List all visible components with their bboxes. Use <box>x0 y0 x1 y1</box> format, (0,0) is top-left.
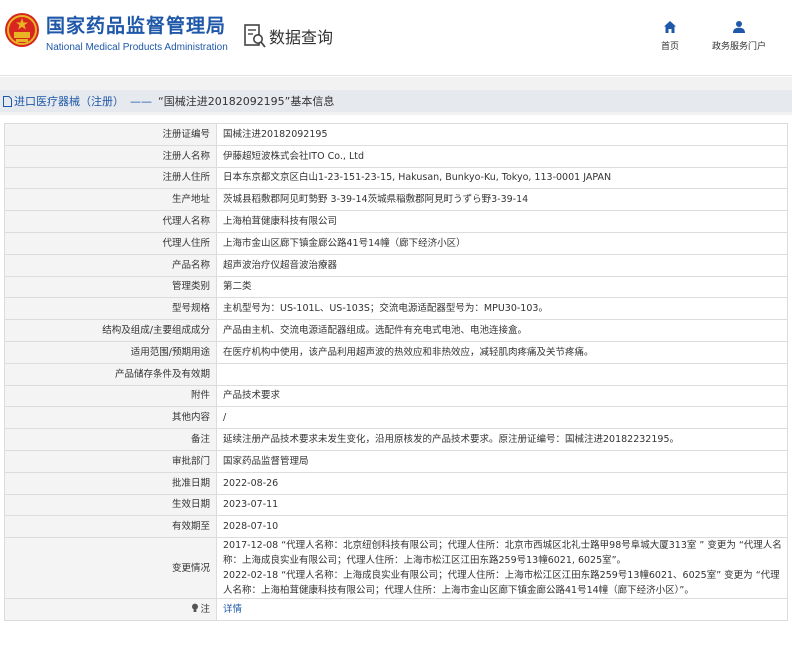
table-row: 代理人住所 上海市金山区廊下镇金廊公路41号14幢（廊下经济小区） <box>4 231 788 255</box>
field-label: 产品名称 <box>4 253 217 277</box>
table-row: 代理人名称 上海柏茸健康科技有限公司 <box>4 210 788 233</box>
field-label: 注册人名称 <box>4 144 217 168</box>
table-row: 其他内容 / <box>4 406 788 430</box>
note-value: 详情 <box>216 598 788 621</box>
field-label: 注册证编号 <box>4 123 217 146</box>
table-row: 备注 延续注册产品技术要求未发生变化，沿用原核发的产品技术要求。原注册证编号：国械… <box>4 428 788 451</box>
note-label: 注 <box>4 598 217 621</box>
table-row: 适用范围/预期用途 在医疗机构中使用，该产品利用超声波的热效应和非热效应，减轻肌肉… <box>4 340 788 364</box>
table-row: 有效期至 2028-07-10 <box>4 515 788 539</box>
field-label: 代理人住所 <box>4 231 217 255</box>
table-row: 注册人住所 日本东京都文京区白山1-23-151-23-15, Hakusan, … <box>4 166 788 190</box>
field-label: 结构及组成/主要组成成分 <box>4 319 217 342</box>
breadcrumb-current: “国械注进20182092195”基本信息 <box>158 95 335 108</box>
field-value <box>216 362 788 386</box>
search-document-icon <box>244 24 266 48</box>
table-row: 管理类别 第二类 <box>4 275 788 299</box>
change-entry: 2022-02-18 “代理人名称：上海成良实业有限公司；代理人住所：上海市松江… <box>223 570 780 597</box>
breadcrumb-separator: —— <box>130 94 152 108</box>
table-row: 注 详情 <box>4 598 788 621</box>
field-label: 生产地址 <box>4 188 217 212</box>
table-row: 型号规格 主机型号为：US-101L、US-103S；交流电源适配器型号为：MPU… <box>4 297 788 321</box>
details-link[interactable]: 详情 <box>223 604 242 615</box>
nav-home[interactable]: 首页 <box>661 20 679 52</box>
field-value: 第二类 <box>216 275 788 299</box>
field-label: 其他内容 <box>4 406 217 430</box>
field-value: 国械注进20182092195 <box>216 123 788 146</box>
change-history: 2017-12-08 “代理人名称：北京纽创科技有限公司；代理人住所：北京市西城… <box>216 537 788 600</box>
detail-table: 注册证编号 国械注进20182092195 注册人名称 伊藤超短波株式会社ITO Co… <box>4 123 788 621</box>
field-label: 注册人住所 <box>4 166 217 190</box>
field-value: 日本东京都文京区白山1-23-151-23-15, Hakusan, Bunky… <box>216 166 788 190</box>
field-value: 主机型号为：US-101L、US-103S；交流电源适配器型号为：MPU30-1… <box>216 297 788 321</box>
note-key: 注 <box>200 604 210 616</box>
field-value: 国家药品监督管理局 <box>216 449 788 473</box>
field-value: 2028-07-10 <box>216 515 788 539</box>
home-icon <box>664 21 676 33</box>
table-row: 产品名称 超声波治疗仪超音波治療器 <box>4 253 788 277</box>
field-value: 伊藤超短波株式会社ITO Co., Ltd <box>216 144 788 168</box>
field-value: / <box>216 406 788 430</box>
table-row: 生效日期 2023-07-11 <box>4 493 788 517</box>
table-row: 结构及组成/主要组成成分 产品由主机、交流电源适配器组成。选配件有充电式电池、电池… <box>4 319 788 342</box>
field-value: 在医疗机构中使用，该产品利用超声波的热效应和非热效应，减轻肌肉疼痛及关节疼痛。 <box>216 340 788 364</box>
table-row: 注册人名称 伊藤超短波株式会社ITO Co., Ltd <box>4 144 788 168</box>
user-icon <box>733 21 745 33</box>
field-label: 管理类别 <box>4 275 217 299</box>
breadcrumb: 进口医疗器械（注册） —— “国械注进20182092195”基本信息 <box>0 90 792 112</box>
table-row: 产品储存条件及有效期 <box>4 362 788 386</box>
bulb-icon <box>192 603 199 613</box>
change-entry: 2017-12-08 “代理人名称：北京纽创科技有限公司；代理人住所：北京市西城… <box>223 540 782 567</box>
field-label: 产品储存条件及有效期 <box>4 362 217 386</box>
table-row: 审批部门 国家药品监督管理局 <box>4 449 788 473</box>
field-value: 上海柏茸健康科技有限公司 <box>216 210 788 233</box>
org-name-cn[interactable]: 国家药品监督管理局 <box>46 11 226 38</box>
field-value: 2022-08-26 <box>216 471 788 495</box>
site-header: 国家药品监督管理局 National Medical Products Admi… <box>0 0 792 76</box>
table-row: 批准日期 2022-08-26 <box>4 471 788 495</box>
field-label: 适用范围/预期用途 <box>4 340 217 364</box>
nav-gov-portal[interactable]: 政务服务门户 <box>712 20 766 52</box>
field-value: 茨城县稻敷郡阿见町勢野 3-39-14茨城県稲敷郡阿見町うずら野3-39-14 <box>216 188 788 212</box>
field-value: 延续注册产品技术要求未发生变化，沿用原核发的产品技术要求。原注册证编号：国械注进… <box>216 428 788 451</box>
nav-gov-label: 政务服务门户 <box>712 42 767 52</box>
field-label: 附件 <box>4 384 217 408</box>
field-value: 上海市金山区廊下镇金廊公路41号14幢（廊下经济小区） <box>216 231 788 255</box>
table-row: 生产地址 茨城县稻敷郡阿见町勢野 3-39-14茨城県稲敷郡阿見町うずら野3-39… <box>4 188 788 212</box>
table-row: 变更情况 2017-12-08 “代理人名称：北京纽创科技有限公司；代理人住所：北… <box>4 537 788 600</box>
field-label: 有效期至 <box>4 515 217 539</box>
national-emblem-icon[interactable] <box>4 12 40 48</box>
table-row: 附件 产品技术要求 <box>4 384 788 408</box>
field-value: 超声波治疗仪超音波治療器 <box>216 253 788 277</box>
field-label: 备注 <box>4 428 217 451</box>
table-row: 注册证编号 国械注进20182092195 <box>4 123 788 146</box>
field-value: 2023-07-11 <box>216 493 788 517</box>
data-query-link[interactable]: 数据查询 <box>244 23 333 49</box>
field-label: 生效日期 <box>4 493 217 517</box>
breadcrumb-section[interactable]: 进口医疗器械（注册） <box>14 93 124 109</box>
field-label: 型号规格 <box>4 297 217 321</box>
data-query-label: 数据查询 <box>269 28 334 47</box>
nav-home-label: 首页 <box>661 42 680 52</box>
field-value: 产品技术要求 <box>216 384 788 408</box>
field-label: 审批部门 <box>4 449 217 473</box>
field-value: 产品由主机、交流电源适配器组成。选配件有充电式电池、电池连接盒。 <box>216 319 788 342</box>
document-icon <box>3 95 12 107</box>
field-label: 批准日期 <box>4 471 217 495</box>
field-label: 变更情况 <box>4 537 217 600</box>
org-name-en[interactable]: National Medical Products Administration <box>46 42 228 53</box>
field-label: 代理人名称 <box>4 210 217 233</box>
